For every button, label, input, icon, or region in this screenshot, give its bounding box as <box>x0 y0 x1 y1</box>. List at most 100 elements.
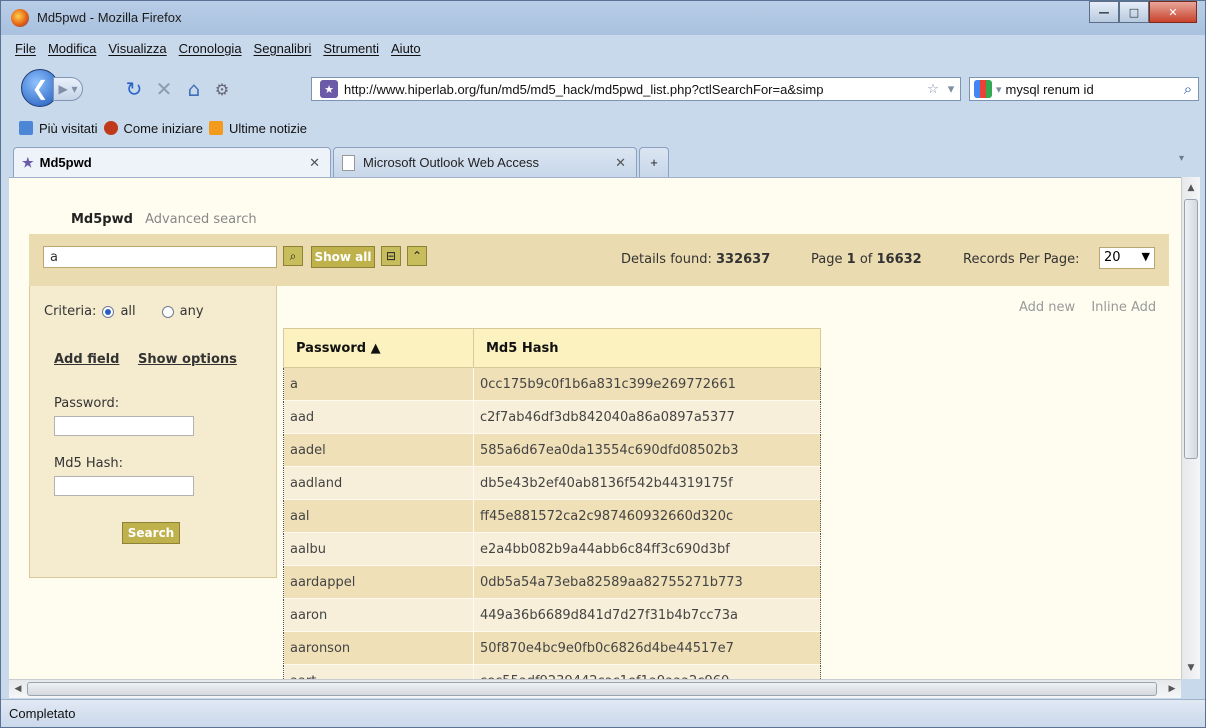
bookmark-most-visited[interactable]: Più visitati <box>39 121 98 136</box>
tab-close-icon[interactable]: ✕ <box>615 155 626 171</box>
bookmark-getting-started[interactable]: Come iniziare <box>124 121 203 136</box>
show-options-link[interactable]: Show options <box>138 352 237 367</box>
firefox-bookmark-icon <box>103 121 118 135</box>
search-band: a ⌕ Show all ⊟ ⌃ Details found: 332637 P… <box>29 234 1169 286</box>
google-icon[interactable] <box>974 80 992 98</box>
password-field[interactable] <box>54 416 194 436</box>
header-password[interactable]: Password ▲ <box>283 328 474 368</box>
tab-md5pwd[interactable]: ★ Md5pwd ✕ <box>13 147 331 177</box>
table-row[interactable]: aalbu e2a4bb082b9a44abb6c84ff3c690d3bf <box>283 532 821 566</box>
inline-add-link[interactable]: Inline Add <box>1091 300 1156 315</box>
criteria-any-label[interactable]: any <box>180 304 204 319</box>
table-row[interactable]: aad c2f7ab46df3db842040a86a0897a5377 <box>283 400 821 434</box>
bookmark-star-icon[interactable]: ☆ <box>924 82 942 97</box>
hash-field[interactable] <box>54 476 194 496</box>
hash-label: Md5 Hash: <box>54 456 124 471</box>
tab-close-icon[interactable]: ✕ <box>309 155 320 171</box>
stop-icon[interactable]: ✕ <box>151 77 177 101</box>
header-hash[interactable]: Md5 Hash <box>473 328 821 368</box>
rss-icon <box>209 121 224 135</box>
table-row[interactable]: aadland db5e43b2ef40ab8136f542b44319175f <box>283 466 821 500</box>
close-button[interactable]: ✕ <box>1149 1 1197 23</box>
menu-file[interactable]: File <box>15 41 36 56</box>
firefox-window: Md5pwd - Mozilla Firefox — □ ✕ File Modi… <box>0 0 1206 728</box>
results-table: Password ▲ Md5 Hash a 0cc175b9c0f1b6a831c… <box>283 328 821 680</box>
show-all-button[interactable]: Show all <box>311 246 375 268</box>
horizontal-scrollbar[interactable]: ◀ ▶ <box>9 679 1181 698</box>
table-row[interactable]: a 0cc175b9c0f1b6a831c399e269772661 <box>283 367 821 401</box>
hash-cell: 449a36b6689d841d7d27f31b4b7cc73a <box>473 598 821 632</box>
scroll-down-icon[interactable]: ▼ <box>1182 659 1200 677</box>
menu-cronologia[interactable]: Cronologia <box>179 41 242 56</box>
status-text: Completato <box>9 706 76 721</box>
menu-aiuto[interactable]: Aiuto <box>391 41 421 56</box>
header-password-label: Password <box>296 340 367 356</box>
advanced-search-link[interactable]: Advanced search <box>145 212 257 227</box>
title-bar: Md5pwd - Mozilla Firefox — □ ✕ <box>1 1 1205 35</box>
web-search-input[interactable]: mysql renum id <box>1002 82 1178 97</box>
table-row[interactable]: aadel 585a6d67ea0da13554c690dfd08502b3 <box>283 433 821 467</box>
scroll-up-icon[interactable]: ▲ <box>1182 179 1200 197</box>
toggle-icon[interactable]: ⊟ <box>381 246 401 266</box>
add-field-link[interactable]: Add field <box>54 352 119 367</box>
site-icon: ★ <box>320 80 338 98</box>
sidebar-search-button[interactable]: Search <box>122 522 180 544</box>
table-row[interactable]: aaronson 50f870e4bc9e0fb0c6826d4be44517e7 <box>283 631 821 665</box>
criteria-any-radio[interactable] <box>161 305 174 318</box>
menu-visualizza[interactable]: Visualizza <box>108 41 166 56</box>
most-visited-icon <box>19 121 33 135</box>
criteria-all-radio[interactable] <box>102 305 115 318</box>
chevron-down-icon: ▼ <box>1141 250 1150 263</box>
web-search-box[interactable]: ▾ mysql renum id ⌕ <box>969 77 1199 101</box>
quick-search-input[interactable]: a <box>43 246 277 268</box>
criteria-label: Criteria: <box>44 304 97 319</box>
hash-cell: ff45e881572ca2c987460932660d320c <box>473 499 821 533</box>
tab-label: Microsoft Outlook Web Access <box>363 155 540 170</box>
add-links: Add new Inline Add <box>1007 300 1156 315</box>
url-dropdown-icon[interactable]: ▾ <box>942 82 960 97</box>
table-row[interactable]: aardappel 0db5a54a73eba82589aa82755271b77… <box>283 565 821 599</box>
criteria-all-label[interactable]: all <box>120 304 135 319</box>
addons-icon[interactable]: ⚙ <box>209 77 235 101</box>
forward-button[interactable]: ▶ ▾ <box>53 77 83 101</box>
menu-segnalibri[interactable]: Segnalibri <box>254 41 312 56</box>
reload-icon[interactable]: ↻ <box>121 77 147 101</box>
records-value: 20 <box>1104 250 1121 265</box>
bookmark-latest-news[interactable]: Ultime notizie <box>229 121 307 136</box>
hash-cell: 0cc175b9c0f1b6a831c399e269772661 <box>473 367 821 401</box>
collapse-icon[interactable]: ⌃ <box>407 246 427 266</box>
page-current: 1 <box>846 252 856 267</box>
tab-outlook[interactable]: Microsoft Outlook Web Access ✕ <box>333 147 637 177</box>
table-row[interactable]: aal ff45e881572ca2c987460932660d320c <box>283 499 821 533</box>
tab-list-icon[interactable]: ▾ <box>1179 153 1197 164</box>
scroll-left-icon[interactable]: ◀ <box>9 680 27 698</box>
search-icon[interactable]: ⌕ <box>1178 80 1198 98</box>
menu-modifica[interactable]: Modifica <box>48 41 96 56</box>
horizontal-scroll-thumb[interactable] <box>27 682 1157 696</box>
address-bar[interactable]: ★ http://www.hiperlab.org/fun/md5/md5_ha… <box>311 77 961 101</box>
page-total: 16632 <box>876 252 922 267</box>
table-row[interactable]: aaron 449a36b6689d841d7d27f31b4b7cc73a <box>283 598 821 632</box>
page-indicator: Page 1 of 16632 <box>811 252 922 267</box>
sort-up-arrow-icon: ▲ <box>370 340 381 356</box>
new-tab-button[interactable]: + <box>639 147 669 177</box>
url-text[interactable]: http://www.hiperlab.org/fun/md5/md5_hack… <box>344 82 924 97</box>
add-new-link[interactable]: Add new <box>1019 300 1075 315</box>
password-cell: a <box>283 367 474 401</box>
maximize-button[interactable]: □ <box>1119 1 1149 23</box>
vertical-scrollbar[interactable]: ▲ ▼ <box>1181 177 1200 679</box>
home-icon[interactable]: ⌂ <box>181 77 207 101</box>
records-per-page-select[interactable]: 20 ▼ <box>1099 247 1155 269</box>
page-title[interactable]: Md5pwd <box>71 212 133 227</box>
minimize-button[interactable]: — <box>1089 1 1119 23</box>
hash-cell: 585a6d67ea0da13554c690dfd08502b3 <box>473 433 821 467</box>
vertical-scroll-thumb[interactable] <box>1184 199 1198 459</box>
menu-bar: File Modifica Visualizza Cronologia Segn… <box>9 37 1197 59</box>
password-cell: aad <box>283 400 474 434</box>
search-button[interactable]: ⌕ <box>283 246 303 266</box>
table-row[interactable]: aartcec55adf9239442cac1ef1a9aaa2c960 <box>283 664 821 680</box>
page-label: Page <box>811 252 843 267</box>
scroll-right-icon[interactable]: ▶ <box>1163 680 1181 698</box>
menu-strumenti[interactable]: Strumenti <box>323 41 379 56</box>
site-icon: ★ <box>22 154 34 170</box>
